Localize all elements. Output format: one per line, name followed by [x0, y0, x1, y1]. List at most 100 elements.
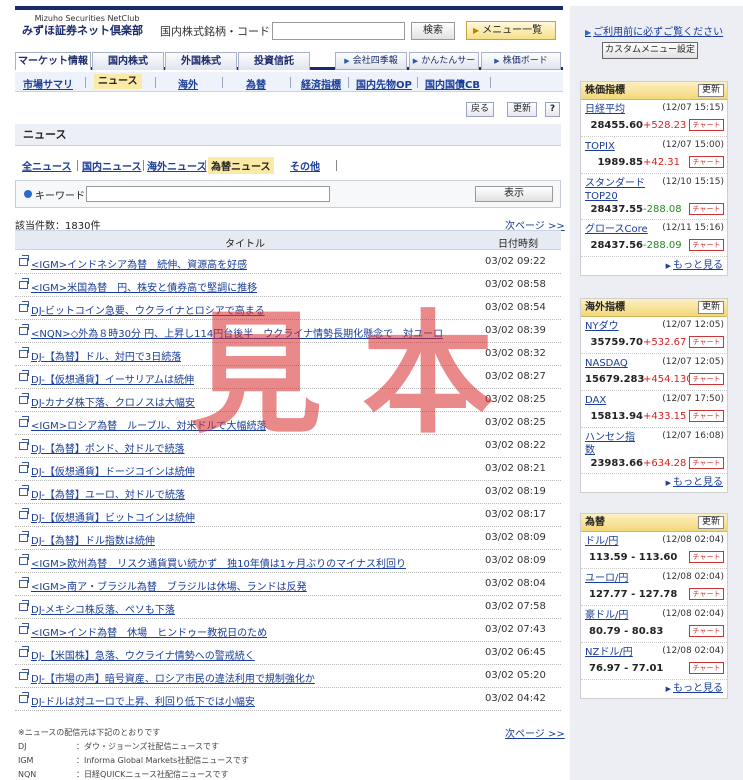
tab-investment-trust[interactable]: 投資信託	[238, 52, 310, 70]
news-title-link[interactable]: DJ-【市場の声】暗号資産、ロシア市民の違法利用で規制強化か	[31, 670, 315, 685]
indicator-item: NZドル/円 (12/08 02:04) 76.97 - 77.01 チャート	[581, 643, 727, 680]
news-title-link[interactable]: <IGM>欧州為替 リスク通貨買い続かず 独10年債は1ヶ月ぶりのマイナス利回り	[31, 555, 406, 570]
note-row: NQN ：日経QUICKニュース社配信ニュースです	[18, 770, 229, 779]
link-shikiho[interactable]: ▶ 会社四季報	[335, 52, 407, 70]
news-title-link[interactable]: DJ-【為替】ドル指数は続伸	[31, 532, 155, 547]
news-title-link[interactable]: DJ-カナダ株下落、クロノスは大幅安	[31, 394, 195, 409]
category-fx[interactable]: 為替ニュース	[208, 157, 274, 174]
subnav-news[interactable]: ニュース	[94, 74, 142, 89]
tab-foreign-stocks[interactable]: 外国株式	[165, 52, 237, 70]
chart-button[interactable]: チャート	[689, 239, 724, 251]
tab-domestic-stocks[interactable]: 国内株式	[92, 52, 164, 70]
news-title-link[interactable]: <IGM>ロシア為替 ルーブル、対米ドルで大幅続落	[31, 417, 266, 432]
indicator-item: グロースCore (12/11 15:16) 28437.56-288.09 チャート	[581, 220, 727, 257]
subnav-overseas[interactable]: 海外	[178, 76, 198, 91]
more-link[interactable]: ▶ もっと見る	[581, 680, 727, 698]
chart-button[interactable]: チャート	[689, 203, 724, 215]
code-search-input[interactable]	[272, 22, 405, 40]
chart-button[interactable]: チャート	[689, 156, 724, 168]
news-row: DJ-カナダ株下落、クロノスは大幅安 03/02 08:25	[15, 389, 561, 412]
triangle-right-icon: ▶	[665, 262, 671, 270]
custom-menu-button[interactable]: カスタムメニュー設定	[602, 42, 698, 59]
news-title-link[interactable]: <IGM>米国為替 円、株安と債券高で堅調に推移	[31, 279, 257, 294]
news-title-link[interactable]: DJ-【仮想通貨】ドージコインは続伸	[31, 463, 195, 478]
menu-list-button[interactable]: ▶ メニュー一覧	[466, 21, 556, 40]
next-page-link-bottom[interactable]: 次ページ >>	[505, 725, 565, 740]
indicator-name-link[interactable]: 日経平均	[585, 103, 625, 116]
news-title-link[interactable]: DJ-【米国株】急落、ウクライナ情勢への警戒続く	[31, 647, 255, 662]
indicator-name-link[interactable]: グロースCore	[585, 223, 648, 236]
news-title-link[interactable]: DJ-【仮想通貨】ビットコインは続伸	[31, 509, 195, 524]
window-icon	[19, 347, 29, 358]
panel-refresh-button[interactable]: 更新	[698, 516, 724, 529]
brand-logo[interactable]: Mizuho Securities NetClub みずほ証券ネット倶楽部	[22, 14, 152, 38]
news-title-link[interactable]: <NQN>◇外為８時30分 円、上昇し114円台後半 ウクライナ情勢長期化懸念で…	[31, 325, 443, 340]
news-row: <IGM>欧州為替 リスク通貨買い続かず 独10年債は1ヶ月ぶりのマイナス利回り…	[15, 550, 561, 573]
indicator-item: 豪ドル/円 (12/08 02:04) 80.79 - 80.83 チャート	[581, 606, 727, 643]
chart-button[interactable]: チャート	[689, 625, 724, 637]
tab-market-info[interactable]: マーケット情報	[15, 52, 91, 70]
indicator-change: +42.31	[643, 157, 681, 168]
triangle-right-icon: ▶	[585, 28, 592, 37]
indicator-name-link[interactable]: NYダウ	[585, 320, 619, 333]
more-link[interactable]: ▶ もっと見る	[581, 257, 727, 275]
indicator-name-link[interactable]: NZドル/円	[585, 646, 633, 659]
notice-link[interactable]: ▶ ご利用前に必ずご覧ください	[585, 23, 723, 38]
chart-button[interactable]: チャート	[689, 551, 724, 563]
chart-button[interactable]: チャート	[689, 662, 724, 674]
indicator-name-link[interactable]: ハンセン指数	[585, 431, 635, 457]
indicator-name-link[interactable]: TOPIX	[585, 140, 615, 153]
subnav-market-summary[interactable]: 市場サマリ	[23, 76, 73, 91]
subnav-domestic-bonds[interactable]: 国内国債CB	[425, 76, 480, 91]
subnav-fx[interactable]: 為替	[246, 76, 266, 91]
news-title-link[interactable]: DJ-【為替】ポンド、対ドルで続落	[31, 440, 185, 455]
indicator-name-link[interactable]: ドル/円	[585, 535, 618, 548]
category-other[interactable]: その他	[290, 158, 320, 173]
link-stock-board[interactable]: ▶ 株価ボード	[481, 52, 561, 70]
back-button[interactable]: 戻る	[466, 102, 494, 117]
more-link[interactable]: ▶ もっと見る	[581, 474, 727, 492]
brand-main: みずほ証券ネット倶楽部	[22, 24, 143, 37]
category-domestic[interactable]: 国内ニュース	[82, 158, 142, 173]
news-title-link[interactable]: <IGM>南ア・ブラジル為替 ブラジルは休場、ランドは反発	[31, 578, 307, 593]
news-date: 03/02 08:04	[485, 578, 546, 589]
news-title-link[interactable]: <IGM>インドネシア為替 続伸、資源高を好感	[31, 256, 247, 271]
indicator-name-link[interactable]: DAX	[585, 394, 606, 407]
indicator-name-link[interactable]: スタンダード TOP20	[585, 177, 645, 203]
subnav-domestic-futures[interactable]: 国内先物OP	[356, 76, 412, 91]
chart-button[interactable]: チャート	[689, 410, 724, 422]
news-title-link[interactable]: DJ-【為替】ドル、対円で3日続落	[31, 348, 181, 363]
news-title-link[interactable]: DJ-ドルは対ユーロで上昇、利回り低下では小幅安	[31, 693, 255, 708]
indicator-name-link[interactable]: ユーロ/円	[585, 572, 628, 585]
category-overseas[interactable]: 海外ニュース	[147, 158, 207, 173]
brand-top: Mizuho Securities NetClub	[34, 14, 140, 23]
news-title-link[interactable]: <IGM>インド為替 休場 ヒンドゥー教祝日のため	[31, 624, 267, 639]
indicator-change: +532.67	[643, 337, 687, 348]
chart-button[interactable]: チャート	[689, 119, 724, 131]
link-easy-search[interactable]: ▶かんたんサーチ	[409, 52, 479, 82]
keyword-input[interactable]	[86, 186, 330, 202]
help-button[interactable]: ?	[545, 102, 560, 117]
news-title-link[interactable]: DJ-【仮想通貨】イーサリアムは続伸	[31, 371, 194, 386]
chart-button[interactable]: チャート	[689, 588, 724, 600]
subnav-economic-indicators[interactable]: 経済指標	[301, 76, 341, 91]
fx-rate: 80.79 - 80.83	[589, 626, 664, 637]
indicator-value-row: 35759.70+532.67	[585, 337, 686, 348]
chart-button[interactable]: チャート	[689, 336, 724, 348]
chart-button[interactable]: チャート	[689, 457, 724, 469]
indicator-name-link[interactable]: NASDAQ	[585, 357, 628, 370]
category-all[interactable]: 全ニュース	[22, 158, 72, 173]
news-title-link[interactable]: DJ-ビットコイン急要、ウクライナとロシアで高まる	[31, 302, 265, 317]
indicator-name-link[interactable]: 豪ドル/円	[585, 609, 628, 622]
news-title-link[interactable]: DJ-【為替】ユーロ、対ドルで続落	[31, 486, 185, 501]
chart-button[interactable]: チャート	[689, 373, 724, 385]
news-title-link[interactable]: DJ-メキシコ株反落、ペソも下落	[31, 601, 175, 616]
code-search-button[interactable]: 検索	[411, 22, 455, 40]
window-icon	[19, 669, 29, 680]
triangle-right-icon: ▶	[665, 479, 671, 487]
indicator-value: 35759.70	[590, 337, 643, 348]
panel-refresh-button[interactable]: 更新	[698, 84, 724, 97]
refresh-button[interactable]: 更新	[507, 102, 537, 117]
panel-refresh-button[interactable]: 更新	[698, 301, 724, 314]
display-button[interactable]: 表示	[475, 186, 553, 202]
